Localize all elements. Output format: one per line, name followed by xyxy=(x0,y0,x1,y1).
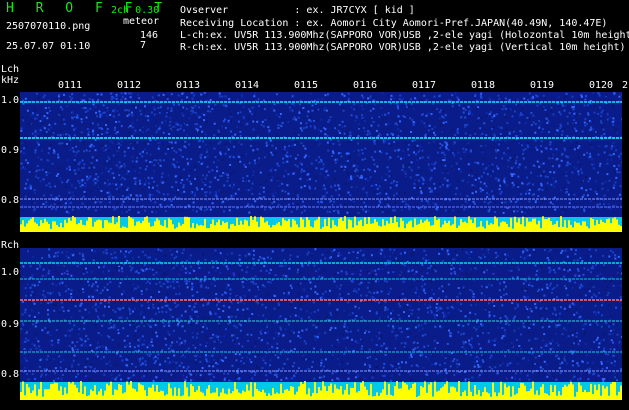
info-lch: L-ch:ex. UV5R 113.900Mhz(SAPPORO VOR)USB… xyxy=(180,30,629,41)
rch-spectrogram xyxy=(20,248,622,400)
meteor-count-recent: 7 xyxy=(140,40,147,51)
rch-label: Rch xyxy=(1,240,20,251)
lch-unit-label: kHz xyxy=(1,75,20,86)
lch-tick-0-9: 0.9 xyxy=(1,145,20,156)
rch-tick-0-8: 0.8 xyxy=(1,369,20,380)
info-location: Receiving Location : ex. Aomori City Aom… xyxy=(180,18,608,29)
time-tick: 0116 xyxy=(353,80,378,91)
lch-tick-0-8: 0.8 xyxy=(1,195,20,206)
lch-spectrogram xyxy=(20,92,622,232)
lch-spectrogram-canvas xyxy=(20,92,622,232)
rch-tick-0-9: 0.9 xyxy=(1,319,20,330)
time-tick: 2 xyxy=(622,80,629,91)
time-tick: 0114 xyxy=(235,80,260,91)
time-tick: 0118 xyxy=(471,80,496,91)
time-tick: 0115 xyxy=(294,80,319,91)
info-observer: Ovserver : ex. JR7CYX [ kid ] xyxy=(180,5,415,16)
info-rch: R-ch:ex. UV5R 113.900Mhz(SAPPORO VOR)USB… xyxy=(180,42,626,53)
datetime: 25.07.07 01:10 xyxy=(6,41,91,52)
lch-tick-1-0: 1.0 xyxy=(1,95,20,106)
time-tick: 0119 xyxy=(530,80,555,91)
time-tick: 0120 xyxy=(589,80,614,91)
version-label: 2ch 0.30 xyxy=(111,5,160,16)
lch-label: Lch xyxy=(1,64,20,75)
time-tick: 0111 xyxy=(58,80,83,91)
rch-tick-1-0: 1.0 xyxy=(1,267,20,278)
filename: 2507070110.png xyxy=(6,21,91,32)
rch-spectrogram-canvas xyxy=(20,248,622,400)
time-tick: 0112 xyxy=(117,80,142,91)
time-tick: 0113 xyxy=(176,80,201,91)
meteor-label: meteor xyxy=(123,16,160,27)
time-tick: 0117 xyxy=(412,80,437,91)
